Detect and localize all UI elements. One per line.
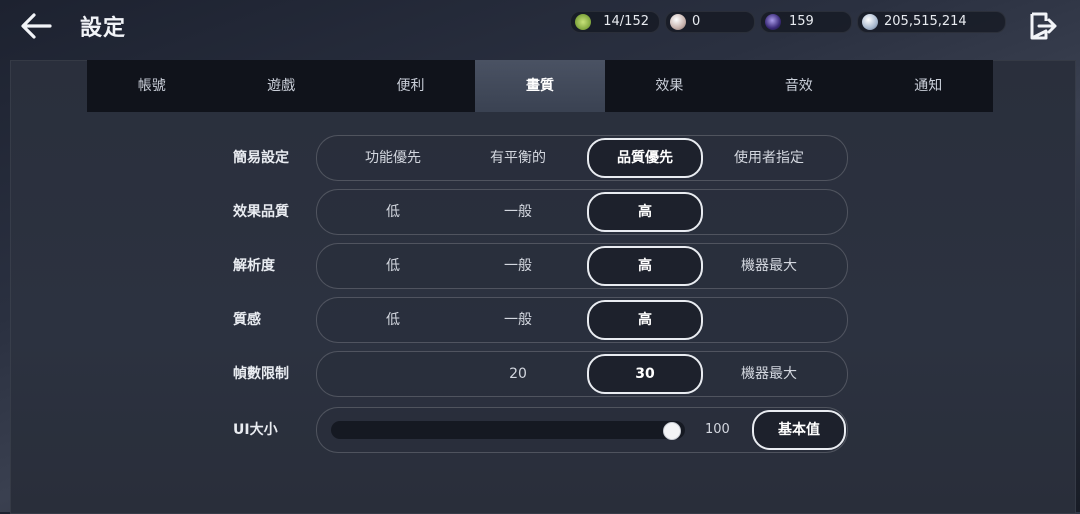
option-low[interactable]: 低 (337, 298, 449, 342)
resource-dark-orb[interactable]: 159 (760, 11, 852, 33)
setting-row-texture: 質感 低 一般 高 (0, 297, 1080, 343)
setting-row-resolution: 解析度 低 一般 高 機器最大 (0, 243, 1080, 289)
option-quality[interactable]: 品質優先 (587, 138, 703, 178)
setting-label: 質感 (233, 312, 261, 328)
tab-sound[interactable]: 音效 (734, 60, 863, 112)
back-arrow-icon[interactable] (18, 10, 54, 42)
setting-row-effect-quality: 效果品質 低 一般 高 (0, 189, 1080, 235)
option-group: 20 30 機器最大 (316, 351, 848, 397)
top-bar: 設定 14/152 0 159 205,515,214 (0, 0, 1080, 55)
option-low[interactable]: 低 (337, 244, 449, 288)
tab-game[interactable]: 遊戲 (216, 60, 345, 112)
option-group: 功能優先 有平衡的 品質優先 使用者指定 (316, 135, 848, 181)
option-low[interactable]: 低 (337, 190, 449, 234)
tab-bar: 帳號 遊戲 便利 畫質 效果 音效 通知 (87, 60, 993, 112)
ui-size-slider-track[interactable] (331, 421, 685, 439)
option-group: 低 一般 高 (316, 297, 848, 343)
option-group: 低 一般 高 (316, 189, 848, 235)
ui-size-slider-handle[interactable] (663, 422, 681, 440)
dark-orb-icon (765, 14, 781, 30)
pearl-icon (670, 14, 686, 30)
setting-label: 幀數限制 (233, 366, 289, 382)
option-high[interactable]: 高 (587, 300, 703, 340)
option-balanced[interactable]: 有平衡的 (462, 136, 574, 180)
option-performance[interactable]: 功能優先 (337, 136, 449, 180)
option-custom[interactable]: 使用者指定 (713, 136, 825, 180)
resource-silver[interactable]: 205,515,214 (857, 11, 1006, 33)
exit-icon[interactable] (1028, 11, 1058, 41)
setting-label: 效果品質 (233, 204, 289, 220)
setting-label: UI大小 (233, 422, 278, 438)
resource-pearl[interactable]: 0 (665, 11, 755, 33)
option-device-max[interactable]: 機器最大 (713, 352, 825, 396)
tab-graphics[interactable]: 畫質 (475, 60, 605, 112)
option-30[interactable]: 30 (587, 354, 703, 394)
setting-row-frame-limit: 幀數限制 20 30 機器最大 (0, 351, 1080, 397)
setting-label: 簡易設定 (233, 150, 289, 166)
option-normal[interactable]: 一般 (462, 190, 574, 234)
reset-default-button[interactable]: 基本值 (752, 410, 846, 450)
setting-row-ui-size: UI大小 100 基本值 (0, 407, 1080, 453)
setting-label: 解析度 (233, 258, 275, 274)
option-normal[interactable]: 一般 (462, 298, 574, 342)
tab-account[interactable]: 帳號 (87, 60, 216, 112)
page-title: 設定 (80, 16, 127, 41)
option-group: 低 一般 高 機器最大 (316, 243, 848, 289)
setting-row-preset: 簡易設定 功能優先 有平衡的 品質優先 使用者指定 (0, 135, 1080, 181)
option-high[interactable]: 高 (587, 246, 703, 286)
leaf-coin-icon (575, 14, 591, 30)
tab-effects[interactable]: 效果 (605, 60, 734, 112)
slider-group: 100 基本值 (316, 407, 848, 453)
option-device-max[interactable]: 機器最大 (713, 244, 825, 288)
option-20[interactable]: 20 (462, 352, 574, 396)
option-normal[interactable]: 一般 (462, 244, 574, 288)
ui-size-value: 100 (705, 422, 730, 437)
resource-stamina[interactable]: 14/152 (570, 11, 660, 33)
option-high[interactable]: 高 (587, 192, 703, 232)
silver-coin-icon (862, 14, 878, 30)
tab-convenience[interactable]: 便利 (346, 60, 475, 112)
tab-notifications[interactable]: 通知 (864, 60, 993, 112)
